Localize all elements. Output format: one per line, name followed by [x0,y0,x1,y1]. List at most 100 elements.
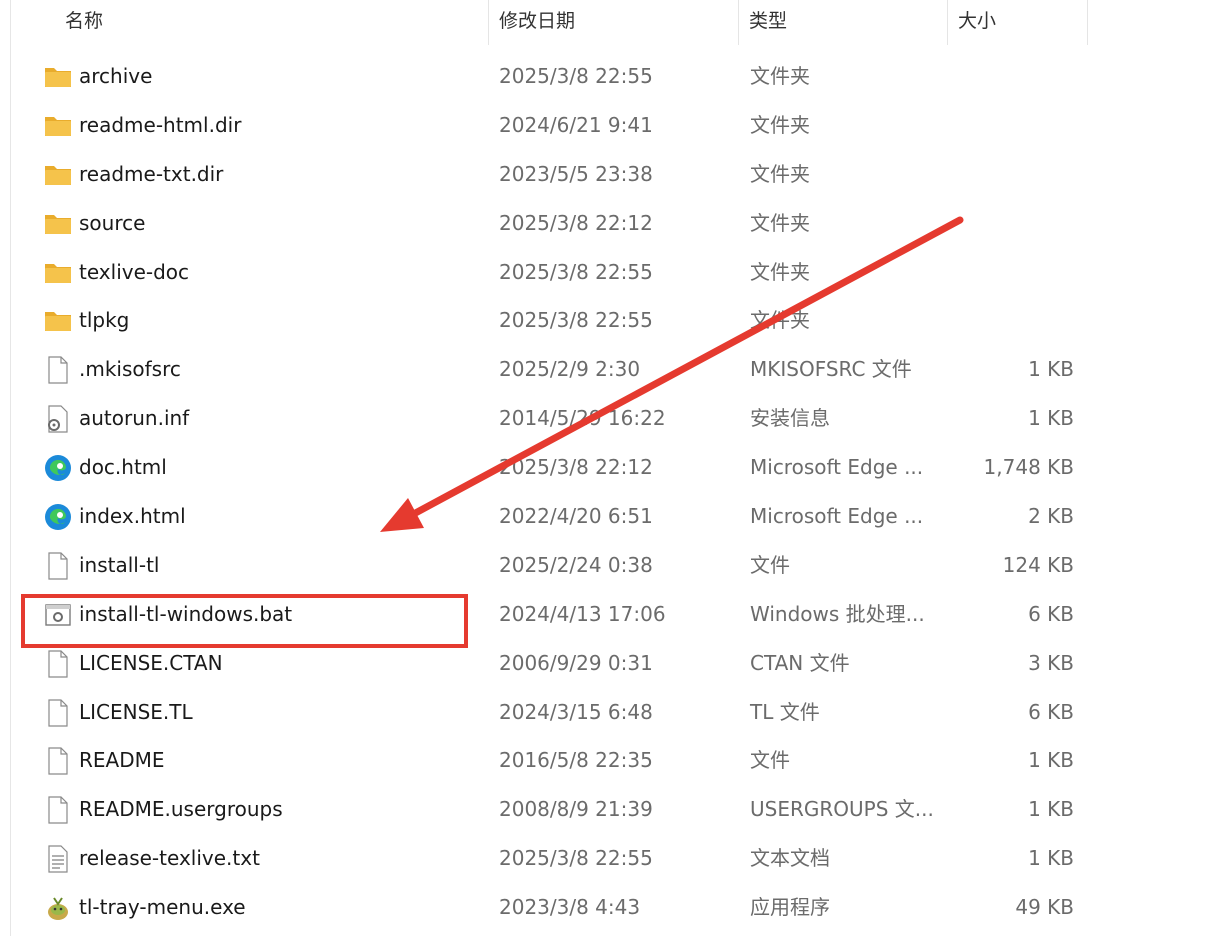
file-date: 2024/4/13 17:06 [499,601,666,626]
file-date: 2014/5/29 16:22 [499,406,666,431]
file-date: 2024/3/15 6:48 [499,699,653,724]
file-date: 2025/3/8 22:12 [499,210,653,235]
file-row[interactable]: install-tl 2025/2/24 0:38 文件 124 KB [0,541,1230,590]
file-date: 2025/3/8 22:55 [499,846,653,871]
file-date: 2025/3/8 22:55 [499,308,653,333]
text-file-icon [44,845,72,873]
folder-icon [44,112,72,140]
file-type: 文件 [750,552,790,577]
file-row[interactable]: readme-txt.dir 2023/5/5 23:38 文件夹 [0,150,1230,199]
file-name: release-texlive.txt [79,846,260,871]
file-type: 文件夹 [750,259,810,284]
file-name: archive [79,64,153,88]
file-size: 1,748 KB [983,455,1074,480]
file-name: .mkisofsrc [79,357,181,382]
file-row[interactable]: LICENSE.TL 2024/3/15 6:48 TL 文件 6 KB [0,688,1230,737]
file-row[interactable]: .mkisofsrc 2025/2/9 2:30 MKISOFSRC 文件 1 KB [0,345,1230,394]
file-row[interactable]: archive 2025/3/8 22:55 文件夹 [0,52,1230,101]
file-type: 安装信息 [750,406,830,431]
file-name: readme-html.dir [79,112,242,137]
settings-file-icon [44,405,72,433]
file-name: install-tl [79,552,160,577]
edge-icon [44,454,72,482]
file-type: 文件 [750,748,790,773]
file-size: 124 KB [1002,552,1074,577]
file-row[interactable]: texlive-doc 2025/3/8 22:55 文件夹 [0,248,1230,297]
column-header-name[interactable]: 名称 [55,0,488,45]
file-name: readme-txt.dir [79,161,224,186]
file-icon [44,698,72,727]
file-row[interactable]: tl-tray-menu.exe 2023/3/8 4:43 应用程序 49 KB [0,883,1230,932]
file-date: 2025/2/9 2:30 [499,357,641,382]
file-type: Microsoft Edge ... [750,504,924,529]
file-date: 2025/3/8 22:55 [499,259,653,284]
file-row[interactable]: index.html 2022/4/20 6:51 Microsoft Edge .… [0,492,1230,541]
file-date: 2025/2/24 0:38 [499,552,653,577]
file-date: 2006/9/29 0:31 [499,650,653,675]
file-date: 2022/4/20 6:51 [499,504,653,529]
file-date: 2024/6/21 9:41 [499,112,653,137]
file-type: 文件夹 [750,308,810,333]
file-size: 1 KB [1028,406,1074,431]
file-row[interactable]: autorun.inf 2014/5/29 16:22 安装信息 1 KB [0,394,1230,443]
column-header-size[interactable]: 大小 [948,0,1088,45]
file-size: 1 KB [1028,748,1074,773]
file-name: index.html [79,504,186,529]
file-date: 2025/3/8 22:55 [499,64,653,88]
file-row[interactable]: doc.html 2025/3/8 22:12 Microsoft Edge ...… [0,443,1230,492]
file-size: 3 KB [1028,650,1074,675]
file-list: archive 2025/3/8 22:55 文件夹 readme-html.dir 2… [0,52,1230,932]
file-name: texlive-doc [79,259,190,284]
file-size: 1 KB [1028,357,1074,382]
file-type: USERGROUPS 文... [750,797,934,822]
file-icon [44,747,72,776]
file-date: 2023/3/8 4:43 [499,895,641,920]
file-name: doc.html [79,455,167,480]
file-type: 文本文档 [750,846,830,871]
file-row[interactable]: source 2025/3/8 22:12 文件夹 [0,199,1230,248]
file-row[interactable]: readme-html.dir 2024/6/21 9:41 文件夹 [0,101,1230,150]
file-size: 6 KB [1028,699,1074,724]
file-size: 2 KB [1028,504,1074,529]
file-date: 2025/3/8 22:12 [499,455,653,480]
file-row[interactable]: README.usergroups 2008/8/9 21:39 USERGROUP… [0,785,1230,834]
column-header: ^ 名称 修改日期 类型 大小 [0,0,1230,45]
file-type: 文件夹 [750,112,810,137]
file-date: 2023/5/5 23:38 [499,161,653,186]
folder-icon [44,161,72,189]
file-name: source [79,210,146,235]
folder-icon [44,210,72,238]
file-name: README.usergroups [79,797,283,822]
file-type: 文件夹 [750,210,810,235]
column-header-date[interactable]: 修改日期 [489,0,738,45]
column-header-type[interactable]: 类型 [739,0,947,45]
file-row[interactable]: tlpkg 2025/3/8 22:55 文件夹 [0,296,1230,345]
file-row[interactable]: README 2016/5/8 22:35 文件 1 KB [0,736,1230,785]
folder-icon [44,307,72,335]
file-name: tl-tray-menu.exe [79,895,246,920]
file-icon [44,356,72,384]
file-size: 1 KB [1028,797,1074,822]
file-name: README [79,748,165,773]
edge-icon [44,503,72,531]
file-type: Microsoft Edge ... [750,455,924,480]
highlight-annotation-box [21,594,468,648]
file-name: autorun.inf [79,406,190,431]
file-date: 2016/5/8 22:35 [499,748,653,773]
file-name: tlpkg [79,308,130,333]
column-divider[interactable] [1087,0,1088,45]
folder-icon [44,63,72,91]
file-type: 应用程序 [750,895,830,920]
file-icon [44,796,72,824]
file-row[interactable]: release-texlive.txt 2025/3/8 22:55 文本文档 1 K… [0,834,1230,883]
file-type: 文件夹 [750,64,810,88]
file-date: 2008/8/9 21:39 [499,797,653,822]
file-type: Windows 批处理... [750,601,925,626]
file-name: LICENSE.TL [79,699,193,724]
file-type: MKISOFSRC 文件 [750,357,912,382]
file-size: 1 KB [1028,846,1074,871]
file-icon [44,650,72,678]
file-size: 6 KB [1028,601,1074,626]
file-icon [44,552,72,580]
exe-icon [44,894,72,922]
